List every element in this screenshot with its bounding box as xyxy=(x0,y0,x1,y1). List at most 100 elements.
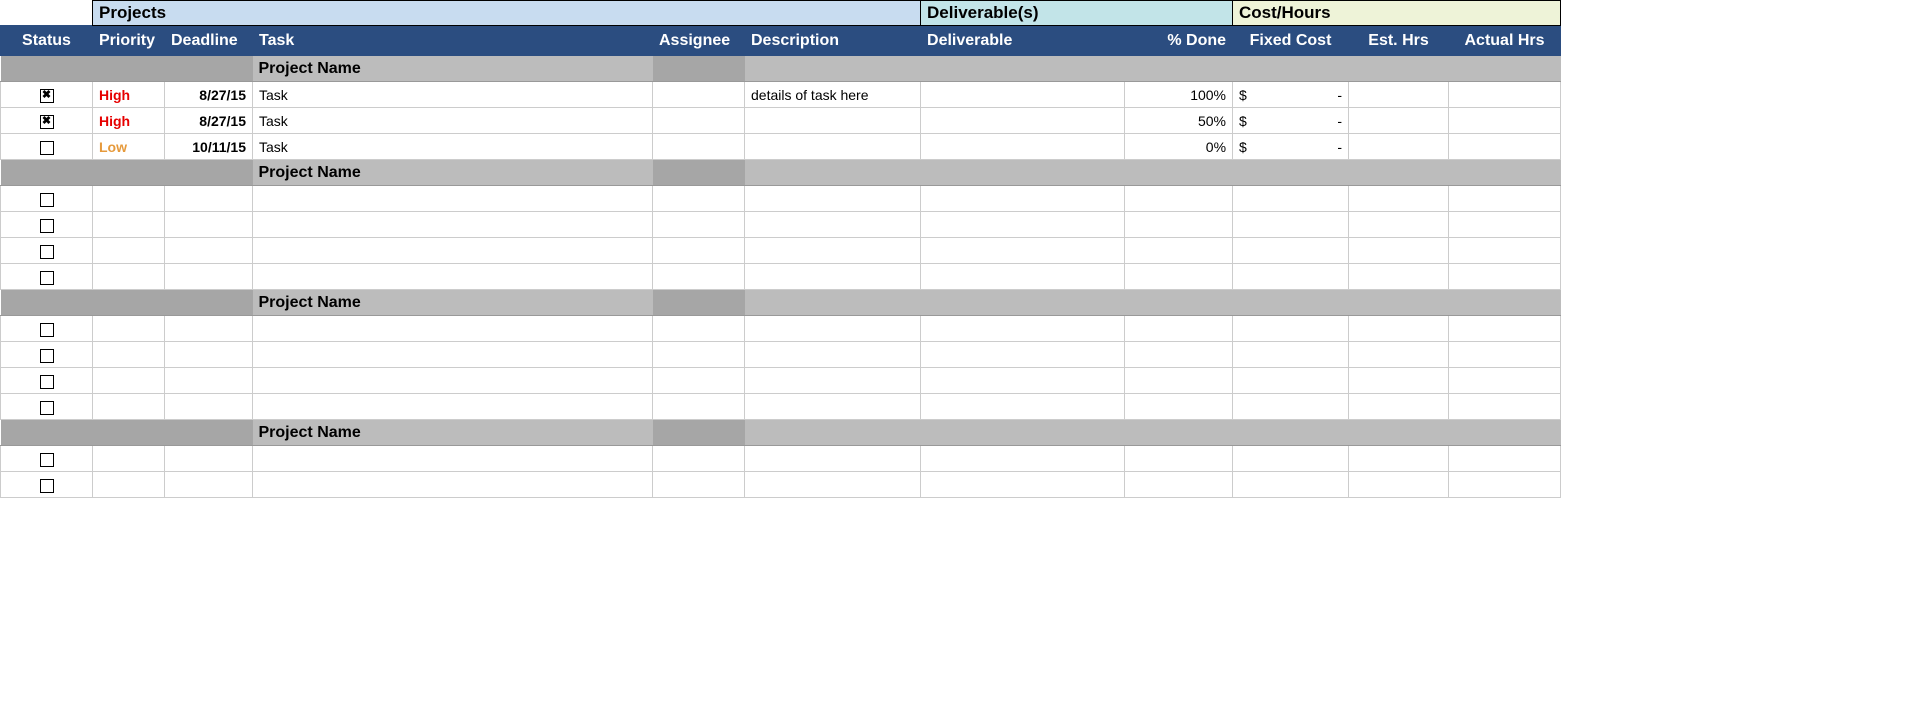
cell-assignee[interactable] xyxy=(653,108,745,134)
cell-pct-done[interactable]: 0% xyxy=(1125,134,1233,160)
status-checkbox[interactable] xyxy=(40,375,54,389)
cell-deliverable[interactable] xyxy=(921,446,1125,472)
cell-deliverable[interactable] xyxy=(921,394,1125,420)
cell-pct-done[interactable] xyxy=(1125,446,1233,472)
cell-task[interactable] xyxy=(253,394,653,420)
cell-deadline[interactable] xyxy=(165,394,253,420)
status-checkbox[interactable] xyxy=(40,115,54,129)
cell-actual-hrs[interactable] xyxy=(1449,238,1561,264)
cell-priority[interactable] xyxy=(93,186,165,212)
cell-fixed-cost[interactable] xyxy=(1233,368,1349,394)
cell-priority[interactable]: High xyxy=(93,82,165,108)
cell-pct-done[interactable] xyxy=(1125,368,1233,394)
cell-description[interactable] xyxy=(745,316,921,342)
cell-priority[interactable] xyxy=(93,472,165,498)
status-checkbox[interactable] xyxy=(40,479,54,493)
cell-est-hrs[interactable] xyxy=(1349,446,1449,472)
cell-deadline[interactable] xyxy=(165,264,253,290)
cell-priority[interactable] xyxy=(93,316,165,342)
cell-priority[interactable] xyxy=(93,368,165,394)
cell-priority[interactable]: Low xyxy=(93,134,165,160)
cell-deliverable[interactable] xyxy=(921,264,1125,290)
cell-task[interactable] xyxy=(253,472,653,498)
cell-status[interactable] xyxy=(1,394,93,420)
cell-description[interactable] xyxy=(745,342,921,368)
status-checkbox[interactable] xyxy=(40,323,54,337)
cell-deliverable[interactable] xyxy=(921,108,1125,134)
cell-priority[interactable] xyxy=(93,342,165,368)
cell-priority[interactable] xyxy=(93,212,165,238)
cell-task[interactable]: Task xyxy=(253,108,653,134)
cell-actual-hrs[interactable] xyxy=(1449,472,1561,498)
cell-pct-done[interactable] xyxy=(1125,316,1233,342)
status-checkbox[interactable] xyxy=(40,193,54,207)
cell-description[interactable] xyxy=(745,472,921,498)
cell-fixed-cost[interactable] xyxy=(1233,342,1349,368)
cell-task[interactable]: Task xyxy=(253,82,653,108)
cell-task[interactable] xyxy=(253,316,653,342)
cell-est-hrs[interactable] xyxy=(1349,342,1449,368)
cell-status[interactable] xyxy=(1,212,93,238)
cell-task[interactable] xyxy=(253,446,653,472)
cell-deadline[interactable] xyxy=(165,472,253,498)
cell-task[interactable] xyxy=(253,238,653,264)
cell-assignee[interactable] xyxy=(653,238,745,264)
cell-est-hrs[interactable] xyxy=(1349,394,1449,420)
cell-priority[interactable]: High xyxy=(93,108,165,134)
cell-est-hrs[interactable] xyxy=(1349,134,1449,160)
cell-task[interactable]: Task xyxy=(253,134,653,160)
cell-assignee[interactable] xyxy=(653,472,745,498)
cell-description[interactable] xyxy=(745,368,921,394)
cell-pct-done[interactable] xyxy=(1125,212,1233,238)
cell-status[interactable] xyxy=(1,108,93,134)
cell-est-hrs[interactable] xyxy=(1349,108,1449,134)
cell-assignee[interactable] xyxy=(653,368,745,394)
cell-pct-done[interactable]: 50% xyxy=(1125,108,1233,134)
cell-status[interactable] xyxy=(1,472,93,498)
cell-actual-hrs[interactable] xyxy=(1449,134,1561,160)
cell-pct-done[interactable]: 100% xyxy=(1125,82,1233,108)
cell-description[interactable] xyxy=(745,186,921,212)
cell-priority[interactable] xyxy=(93,394,165,420)
cell-description[interactable] xyxy=(745,446,921,472)
status-checkbox[interactable] xyxy=(40,245,54,259)
cell-pct-done[interactable] xyxy=(1125,472,1233,498)
status-checkbox[interactable] xyxy=(40,453,54,467)
cell-actual-hrs[interactable] xyxy=(1449,342,1561,368)
cell-status[interactable] xyxy=(1,134,93,160)
cell-deliverable[interactable] xyxy=(921,186,1125,212)
cell-task[interactable] xyxy=(253,212,653,238)
status-checkbox[interactable] xyxy=(40,89,54,103)
cell-fixed-cost[interactable] xyxy=(1233,472,1349,498)
cell-status[interactable] xyxy=(1,446,93,472)
cell-assignee[interactable] xyxy=(653,446,745,472)
cell-pct-done[interactable] xyxy=(1125,238,1233,264)
cell-fixed-cost[interactable] xyxy=(1233,394,1349,420)
cell-assignee[interactable] xyxy=(653,394,745,420)
cell-actual-hrs[interactable] xyxy=(1449,212,1561,238)
cell-status[interactable] xyxy=(1,316,93,342)
cell-est-hrs[interactable] xyxy=(1349,368,1449,394)
cell-actual-hrs[interactable] xyxy=(1449,446,1561,472)
cell-status[interactable] xyxy=(1,82,93,108)
cell-deadline[interactable] xyxy=(165,368,253,394)
cell-fixed-cost[interactable] xyxy=(1233,316,1349,342)
cell-est-hrs[interactable] xyxy=(1349,238,1449,264)
cell-est-hrs[interactable] xyxy=(1349,82,1449,108)
cell-deliverable[interactable] xyxy=(921,238,1125,264)
cell-actual-hrs[interactable] xyxy=(1449,82,1561,108)
cell-status[interactable] xyxy=(1,238,93,264)
cell-est-hrs[interactable] xyxy=(1349,316,1449,342)
cell-fixed-cost[interactable]: $- xyxy=(1233,82,1349,108)
cell-task[interactable] xyxy=(253,368,653,394)
cell-actual-hrs[interactable] xyxy=(1449,108,1561,134)
cell-description[interactable] xyxy=(745,212,921,238)
cell-priority[interactable] xyxy=(93,264,165,290)
cell-est-hrs[interactable] xyxy=(1349,212,1449,238)
cell-description[interactable] xyxy=(745,134,921,160)
cell-description[interactable] xyxy=(745,238,921,264)
cell-fixed-cost[interactable]: $- xyxy=(1233,134,1349,160)
cell-fixed-cost[interactable] xyxy=(1233,446,1349,472)
cell-fixed-cost[interactable] xyxy=(1233,238,1349,264)
cell-status[interactable] xyxy=(1,368,93,394)
